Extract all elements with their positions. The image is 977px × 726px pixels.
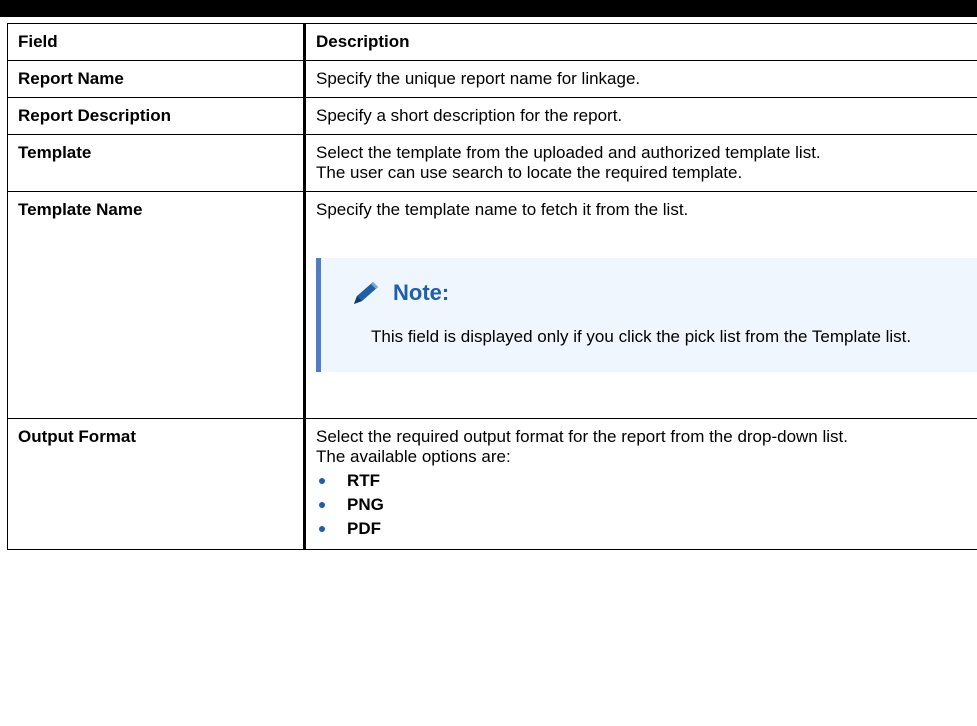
list-item: PNG — [316, 493, 957, 517]
bullet-icon — [319, 502, 325, 508]
description-line: Specify the template name to fetch it fr… — [316, 200, 689, 219]
field-name: Template Name — [7, 191, 306, 419]
description-line: The user can use search to locate the re… — [316, 163, 743, 182]
table-row: Template Select the template from the up… — [7, 134, 977, 192]
field-name: Template — [7, 134, 306, 192]
bullet-icon — [319, 526, 325, 532]
field-name: Report Description — [7, 97, 306, 135]
field-description: Specify a short description for the repo… — [304, 97, 977, 135]
field-description-table: Field Description Report Name Specify th… — [7, 23, 977, 550]
field-name: Output Format — [7, 418, 306, 550]
field-description: Select the required output format for th… — [304, 418, 977, 550]
option-label: PDF — [347, 519, 381, 538]
top-rule — [0, 0, 977, 17]
note-text: This field is displayed only if you clic… — [371, 327, 912, 346]
table-row: Template Name Specify the template name … — [7, 191, 977, 419]
header-field: Field — [7, 23, 306, 61]
description-line: Select the required output format for th… — [316, 427, 848, 446]
description-line: Specify a short description for the repo… — [316, 106, 623, 125]
note-title: Note: — [393, 280, 450, 305]
field-description: Specify the template name to fetch it fr… — [304, 191, 977, 419]
field-description: Select the template from the uploaded an… — [304, 134, 977, 192]
description-line: Specify the unique report name for linka… — [316, 69, 641, 88]
description-line: The available options are: — [316, 447, 511, 466]
list-item: PDF — [316, 517, 957, 541]
table-header-row: Field Description — [7, 23, 977, 61]
pencil-icon — [354, 282, 378, 304]
table-row: Report Description Specify a short descr… — [7, 97, 977, 135]
table-row: Report Name Specify the unique report na… — [7, 60, 977, 98]
field-description: Specify the unique report name for linka… — [304, 60, 977, 98]
note-callout: Note: This field is displayed only if yo… — [316, 258, 977, 372]
table-row: Output Format Select the required output… — [7, 418, 977, 550]
option-label: RTF — [347, 471, 381, 490]
list-item: RTF — [316, 469, 957, 493]
field-name: Report Name — [7, 60, 306, 98]
description-line: Select the template from the uploaded an… — [316, 143, 821, 162]
header-description: Description — [304, 23, 977, 61]
bullet-icon — [319, 478, 325, 484]
option-label: PNG — [347, 495, 384, 514]
output-format-options: RTF PNG PDF — [316, 469, 957, 541]
note-header: Note: — [349, 280, 957, 306]
